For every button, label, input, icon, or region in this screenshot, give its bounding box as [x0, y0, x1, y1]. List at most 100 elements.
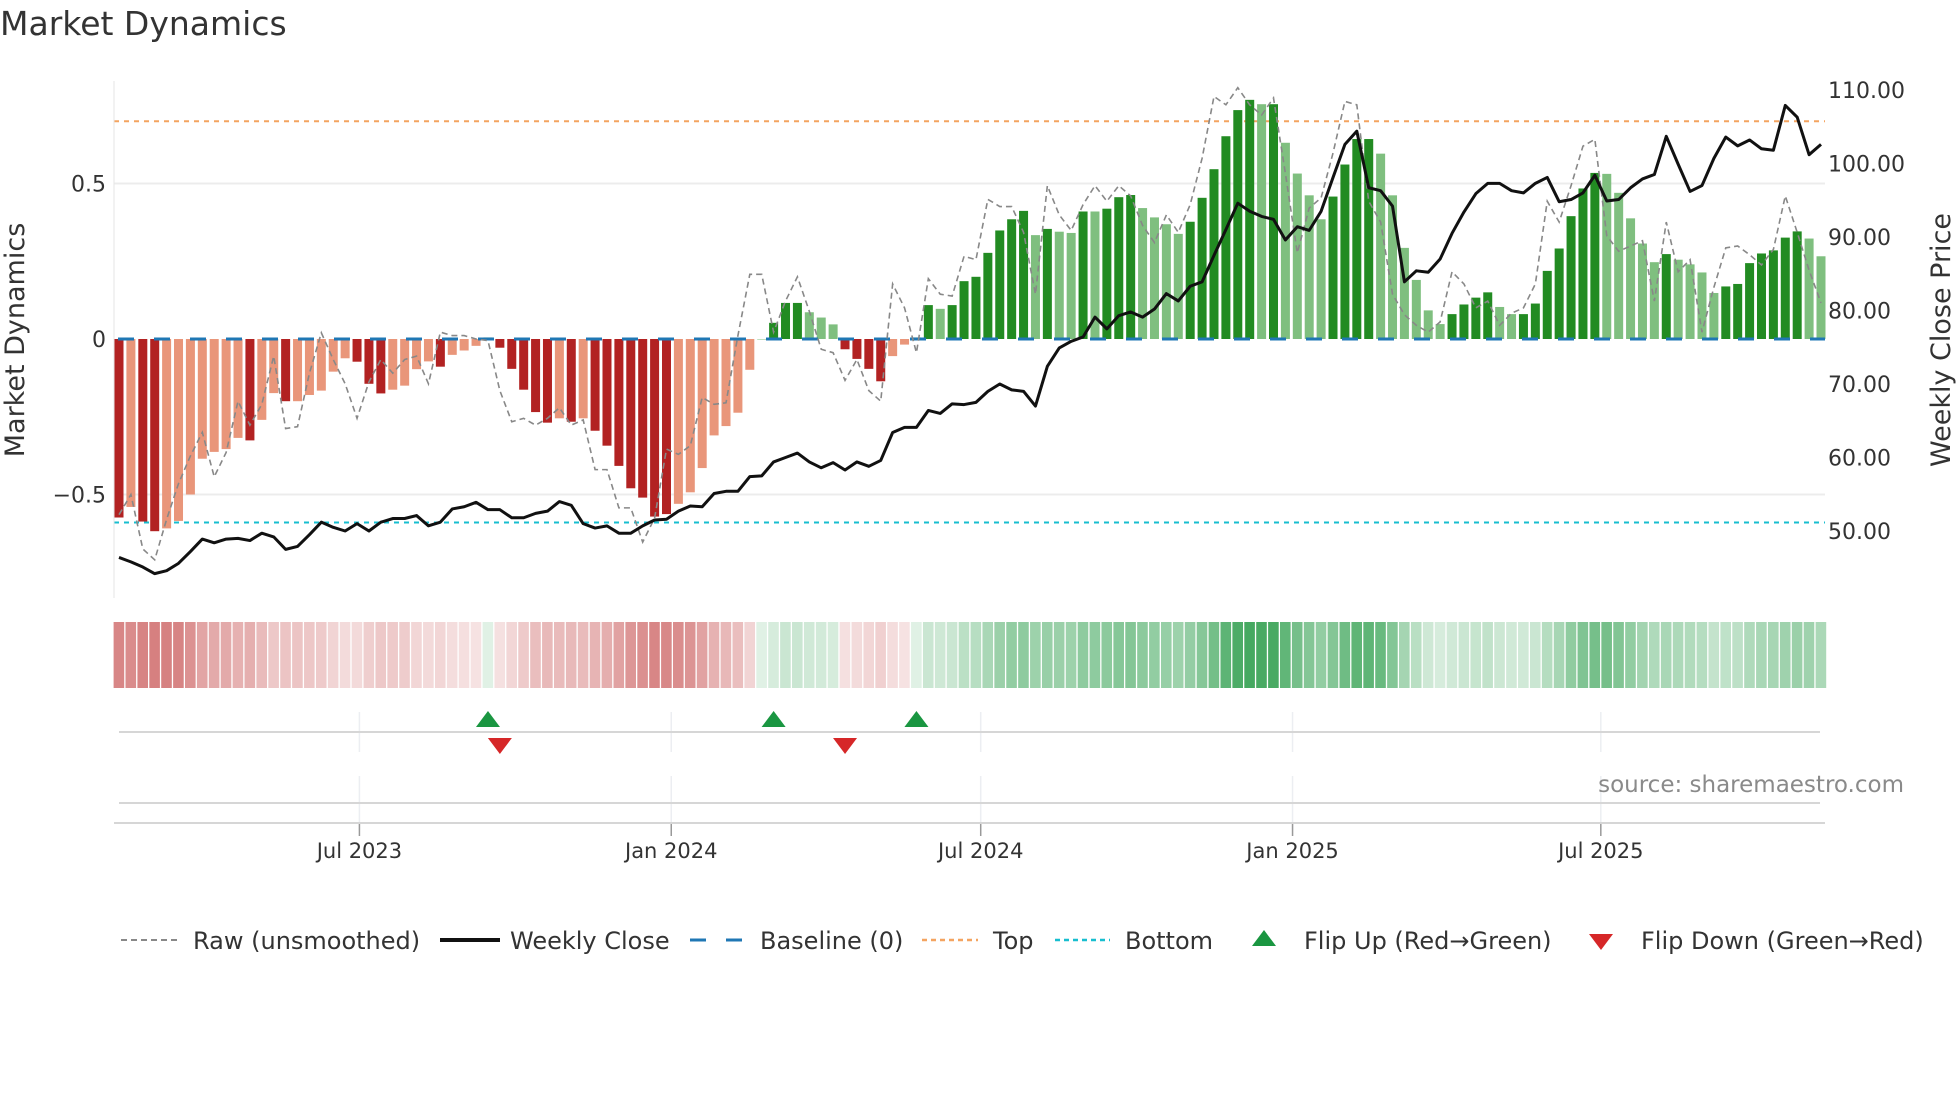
- heat-cell: [351, 622, 363, 688]
- bar: [1578, 188, 1588, 339]
- legend-flip-down-icon: [1589, 934, 1613, 950]
- legend-raw-label: Raw (unsmoothed): [193, 927, 420, 955]
- heat-cell: [887, 622, 898, 688]
- heat-cell: [1315, 622, 1327, 688]
- heat-cell: [1767, 622, 1779, 688]
- heat-cell: [1113, 622, 1124, 688]
- bar: [733, 339, 743, 413]
- heat-cell: [399, 622, 410, 688]
- heat-cell: [1648, 622, 1660, 688]
- bar: [269, 339, 279, 394]
- bar: [804, 312, 814, 339]
- heat-cell: [744, 622, 756, 688]
- bar: [185, 339, 195, 495]
- heat-cell: [1708, 622, 1720, 688]
- bar: [614, 339, 624, 466]
- heat-cell: [339, 622, 351, 688]
- x-axis: Jul 2023 Jan 2024 Jul 2024 Jan 2025 Jul 2025: [114, 712, 1825, 863]
- bar: [888, 339, 898, 357]
- heat-cell: [1422, 622, 1434, 688]
- bar: [388, 339, 398, 390]
- heat-cell: [1065, 622, 1077, 688]
- bar: [1376, 153, 1386, 339]
- heat-cell: [1280, 622, 1291, 688]
- bar: [221, 339, 231, 450]
- heat-cell: [1363, 622, 1374, 688]
- heat-cell: [637, 622, 648, 688]
- heat-cell: [684, 622, 696, 688]
- legend: Raw (unsmoothed) Weekly Close Baseline (…: [121, 927, 1924, 955]
- bar: [328, 339, 338, 372]
- heat-cell: [708, 622, 720, 688]
- x-tick-label: Jul 2023: [315, 839, 402, 863]
- heat-cell: [196, 622, 208, 688]
- heat-cell: [1089, 622, 1101, 688]
- heat-cell: [1256, 622, 1267, 688]
- heat-cell: [411, 622, 422, 688]
- heat-cell: [601, 622, 613, 688]
- legend-bottom-label: Bottom: [1125, 927, 1213, 955]
- heat-cell: [137, 622, 149, 688]
- heat-cell: [1160, 622, 1172, 688]
- bar: [507, 339, 517, 369]
- heat-cell: [185, 622, 196, 688]
- heat-cell: [327, 622, 339, 688]
- heat-cell: [434, 622, 446, 688]
- heat-cell: [1470, 622, 1482, 688]
- heat-cell: [268, 622, 279, 688]
- bar: [1756, 253, 1766, 339]
- bar: [1257, 104, 1267, 339]
- bar: [959, 281, 969, 339]
- heat-cell: [1375, 622, 1386, 688]
- bar: [1590, 172, 1600, 339]
- y2-tick-label: 90.00: [1828, 226, 1891, 251]
- bar: [1733, 283, 1743, 339]
- bar: [1019, 210, 1029, 339]
- heat-cell: [1625, 622, 1636, 688]
- bar: [1566, 216, 1576, 339]
- heat-cell: [125, 622, 137, 688]
- heat-cell: [875, 622, 886, 688]
- bar: [435, 339, 445, 367]
- bar: [340, 339, 350, 359]
- heat-cell: [1006, 622, 1017, 688]
- heat-cell: [113, 622, 125, 688]
- flip-up-icon: [761, 711, 786, 727]
- heat-cell: [1506, 622, 1517, 688]
- heat-cell: [1696, 622, 1708, 688]
- heat-cell: [1672, 622, 1684, 688]
- bar: [1709, 292, 1719, 339]
- heat-cell: [1589, 622, 1601, 688]
- bar: [150, 339, 160, 532]
- bar: [376, 339, 386, 394]
- heat-cell: [494, 622, 506, 688]
- heat-cell: [220, 622, 232, 688]
- bar: [1245, 99, 1255, 339]
- bar: [1138, 208, 1148, 339]
- heat-cell: [1565, 622, 1577, 688]
- heat-cell: [863, 622, 875, 688]
- bar: [1483, 292, 1493, 339]
- heat-cell: [1399, 622, 1410, 688]
- heat-cell: [1660, 622, 1672, 688]
- bar: [519, 339, 529, 390]
- bar: [197, 339, 207, 459]
- bar: [1197, 197, 1207, 339]
- heat-cell: [363, 622, 375, 688]
- heat-cell: [173, 622, 184, 688]
- bar: [1626, 218, 1636, 339]
- heat-cell: [565, 622, 577, 688]
- heat-cell: [1446, 622, 1458, 688]
- heat-cell: [661, 622, 672, 688]
- bar: [1459, 304, 1469, 339]
- bar: [1721, 286, 1731, 339]
- heat-cell: [1184, 622, 1196, 688]
- heat-cell: [994, 622, 1005, 688]
- bar: [1126, 195, 1136, 339]
- heat-cell: [208, 622, 220, 688]
- bar: [1185, 221, 1195, 339]
- bar: [1352, 139, 1362, 339]
- bar: [923, 305, 933, 339]
- heat-cell: [1303, 622, 1315, 688]
- x-tick-label: Jan 2025: [1244, 839, 1339, 863]
